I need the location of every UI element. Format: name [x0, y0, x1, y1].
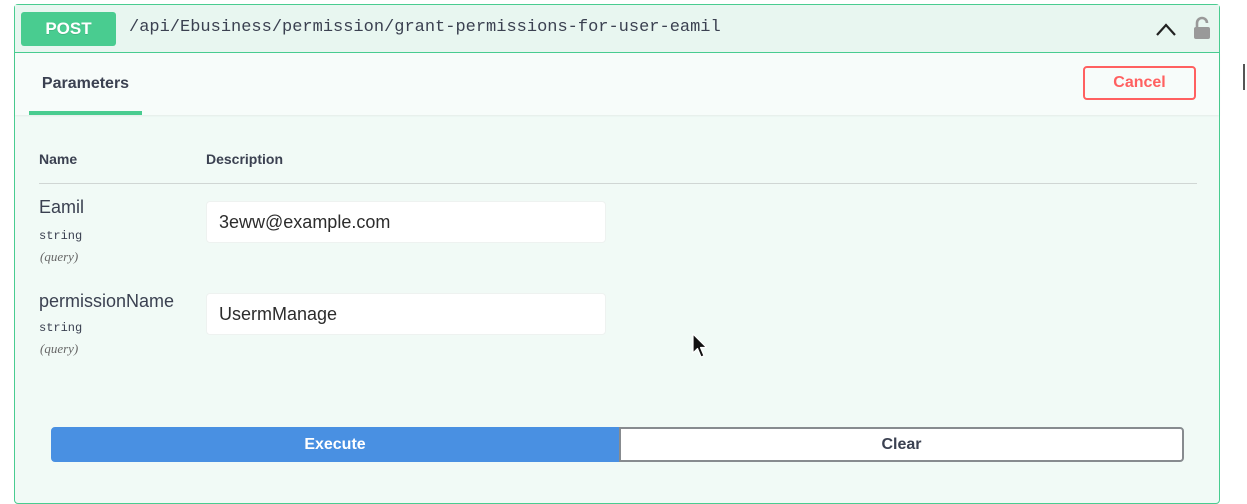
eamil-input[interactable] [206, 201, 606, 243]
parameters-table-header: Name Description [39, 147, 1197, 184]
method-badge: POST [21, 12, 116, 46]
opblock-post: POST /api/Ebusiness/permission/grant-per… [14, 4, 1220, 504]
param-location: (query) [40, 341, 79, 356]
opblock-summary[interactable]: POST /api/Ebusiness/permission/grant-per… [15, 5, 1219, 53]
param-type: string [39, 321, 83, 335]
tab-parameters[interactable]: Parameters [29, 53, 142, 115]
execute-button[interactable]: Execute [51, 427, 619, 462]
permission-name-input[interactable] [206, 293, 606, 335]
parameters-section-header: Parameters Cancel [15, 53, 1219, 115]
column-header-description: Description [206, 151, 284, 167]
param-location: (query) [40, 249, 79, 264]
mouse-cursor-icon [692, 333, 708, 358]
execute-wrapper: Execute Clear [51, 427, 1184, 462]
param-type: string [39, 229, 83, 243]
column-header-name: Name [39, 151, 78, 167]
endpoint-path: /api/Ebusiness/permission/grant-permissi… [129, 18, 721, 37]
param-name-eamil: Eamil [39, 197, 85, 217]
chevron-up-icon[interactable] [1155, 20, 1177, 38]
cancel-button[interactable]: Cancel [1083, 66, 1196, 100]
param-name-permissionname: permissionName [39, 291, 175, 311]
clear-button[interactable]: Clear [619, 427, 1184, 462]
scrollbar-edge [1243, 64, 1245, 90]
lock-icon[interactable] [1192, 16, 1212, 40]
